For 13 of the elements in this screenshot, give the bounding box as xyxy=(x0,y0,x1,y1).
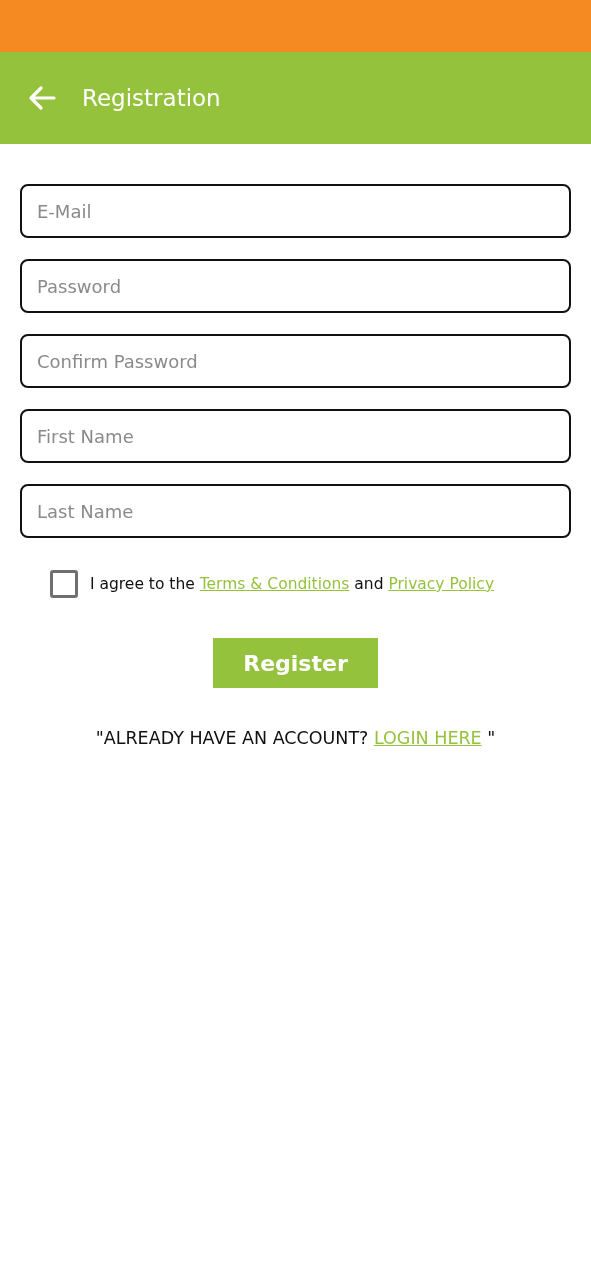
register-button[interactable]: Register xyxy=(213,638,378,688)
terms-link[interactable]: Terms & Conditions xyxy=(199,575,350,593)
checkbox[interactable] xyxy=(50,570,78,598)
privacy-link[interactable]: Privacy Policy xyxy=(388,575,495,593)
input-field[interactable]: Password xyxy=(20,259,571,313)
login-prompt: "ALREADY HAVE AN ACCOUNT? LOGIN HERE " xyxy=(94,728,497,748)
header-title: Registration xyxy=(82,85,221,111)
input-field[interactable]: First Name xyxy=(20,409,571,463)
input-field[interactable]: Confirm Password xyxy=(20,334,571,388)
input-field[interactable]: Last Name xyxy=(20,484,571,538)
login-link[interactable]: LOGIN HERE xyxy=(373,728,482,748)
input-field[interactable]: E-Mail xyxy=(20,184,571,238)
agreement-text: I agree to the Terms & Conditions and Privacy Policy xyxy=(90,575,495,593)
